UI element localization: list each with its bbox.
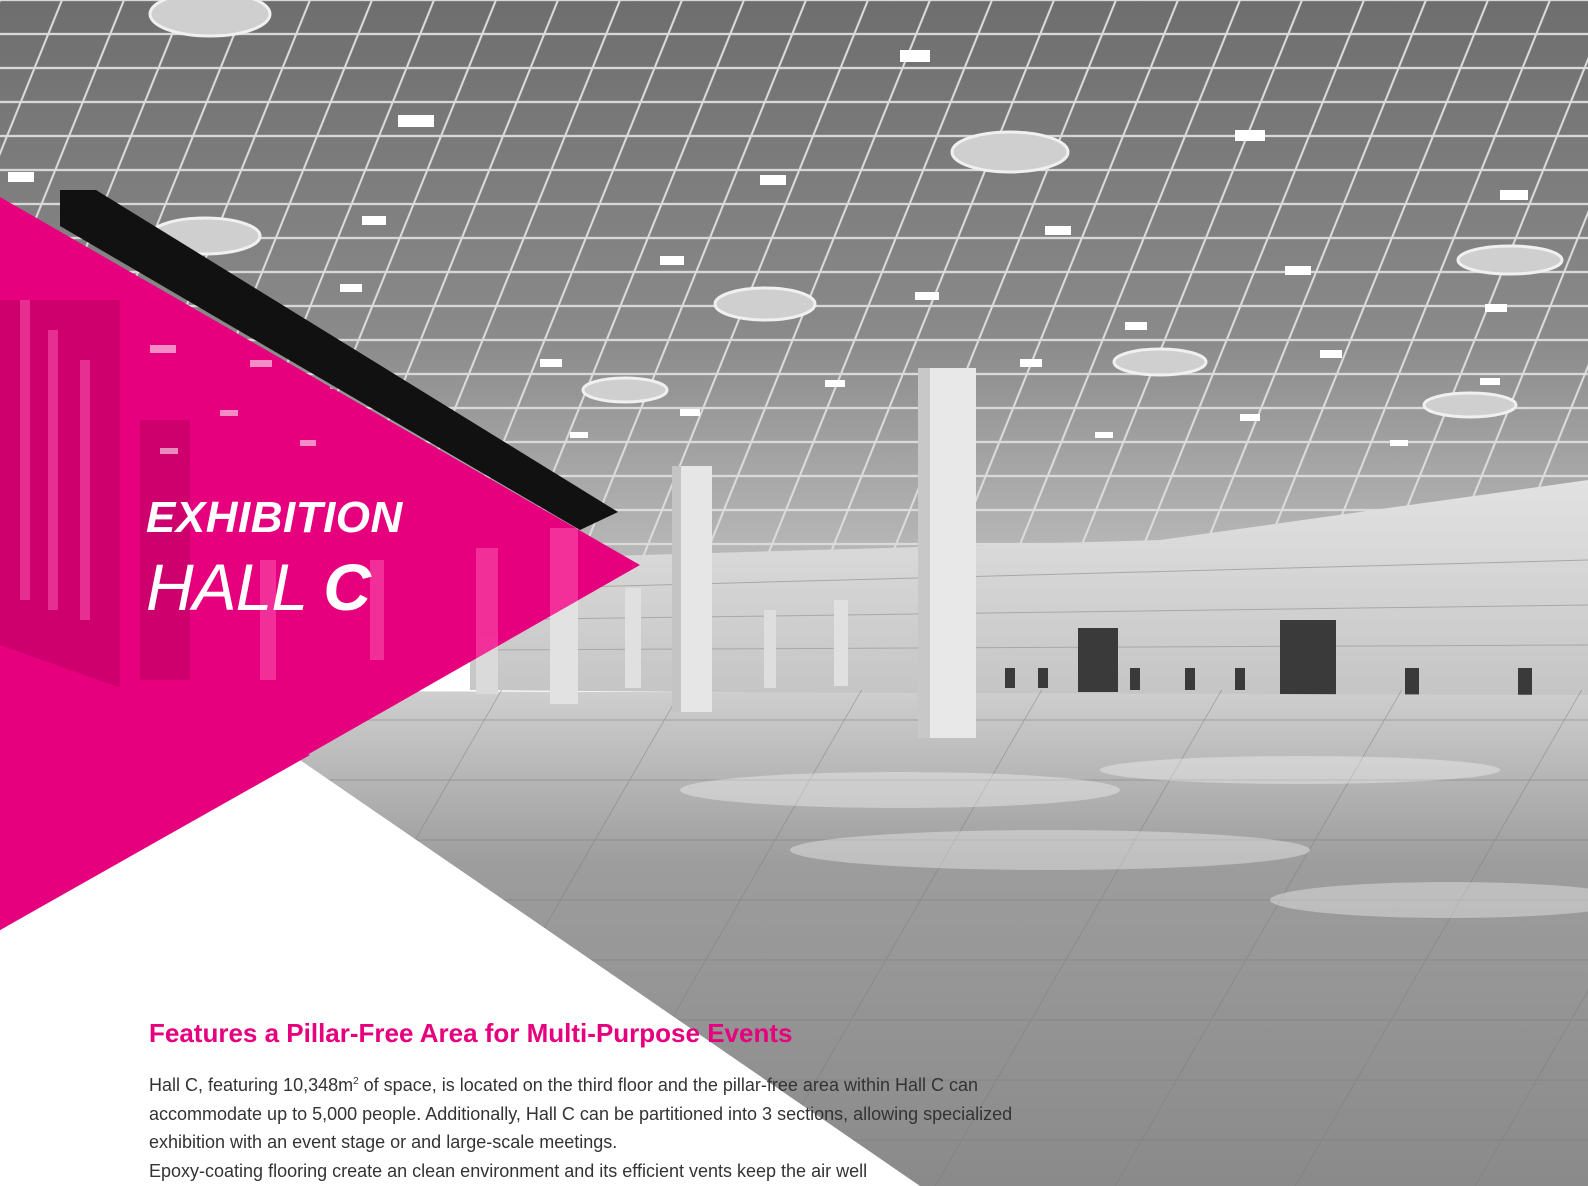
title-exhibition: EXHIBITION <box>146 493 403 542</box>
section-body: Hall C, featuring 10,348m2 of space, is … <box>149 1071 1029 1185</box>
body-paragraph-cutoff: Epoxy-coating flooring create an clean e… <box>149 1160 868 1181</box>
hall-title: EXHIBITION HALL C <box>146 493 403 621</box>
title-hall: HALL <box>146 550 307 624</box>
title-letter-c: C <box>323 550 371 624</box>
body-text-part1: Hall C, featuring 10,348m <box>149 1075 354 1095</box>
title-hall-c: HALL C <box>146 554 403 620</box>
section-heading: Features a Pillar-Free Area for Multi-Pu… <box>149 1018 793 1048</box>
brochure-page: EXHIBITION HALL C Features a Pillar-Free… <box>0 0 1588 1186</box>
body-paragraph: Hall C, featuring 10,348m2 of space, is … <box>149 1071 1029 1157</box>
